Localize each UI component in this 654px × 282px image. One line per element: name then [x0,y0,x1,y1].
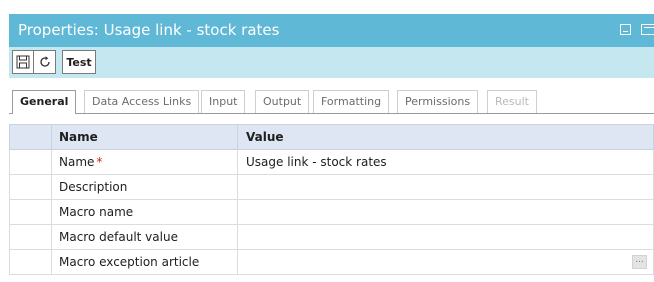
property-value-cell[interactable]: Usage link - stock rates [237,149,654,175]
browse-ellipsis-button[interactable]: ... [632,255,647,269]
name-column-header[interactable]: Name [51,124,238,150]
required-marker: * [96,155,103,169]
row-selector[interactable] [9,224,52,250]
property-value-cell[interactable]: ... [237,249,654,275]
property-name-cell: Macro default value [51,224,238,250]
table-row[interactable]: Macro exception article ... [9,249,654,275]
tab-general[interactable]: General [12,90,77,114]
window-title: Properties: Usage link - stock rates [18,21,280,39]
save-icon [16,55,30,69]
maximize-icon[interactable] [641,24,654,35]
save-button[interactable] [12,50,34,74]
properties-grid: Name Value Name * Usage link - stock rate… [9,124,654,275]
row-selector[interactable] [9,149,52,175]
tab-output[interactable]: Output [255,90,310,113]
tab-result: Result [487,90,537,113]
grid-header-row: Name Value [9,124,654,150]
tab-input[interactable]: Input [201,90,246,113]
property-value-cell[interactable] [237,199,654,225]
refresh-button[interactable] [34,50,56,74]
table-row[interactable]: Description [9,174,654,200]
value-column-header[interactable]: Value [237,124,654,150]
row-selector[interactable] [9,174,52,200]
row-selector-header [9,124,52,150]
tab-permissions[interactable]: Permissions [397,90,479,113]
tab-formatting[interactable]: Formatting [313,90,390,113]
property-name-cell: Name * [51,149,238,175]
property-name-cell: Macro exception article [51,249,238,275]
toolbar: Test [9,47,654,78]
row-selector[interactable] [9,199,52,225]
property-value-cell[interactable] [237,224,654,250]
table-row[interactable]: Macro name [9,199,654,225]
row-selector[interactable] [9,249,52,275]
properties-title-bar: Properties: Usage link - stock rates [9,14,654,47]
property-name-cell: Description [51,174,238,200]
refresh-icon [39,56,50,67]
table-row[interactable]: Macro default value [9,224,654,250]
property-name-cell: Macro name [51,199,238,225]
property-name: Name [59,155,95,169]
minimize-icon[interactable] [620,24,631,35]
tab-divider [9,113,654,114]
test-button[interactable]: Test [62,50,96,74]
table-row[interactable]: Name * Usage link - stock rates [9,149,654,175]
property-value-cell[interactable] [237,174,654,200]
tab-data-access-links[interactable]: Data Access Links [84,90,200,113]
tab-strip: General Data Access Links Input Output F… [9,78,654,114]
